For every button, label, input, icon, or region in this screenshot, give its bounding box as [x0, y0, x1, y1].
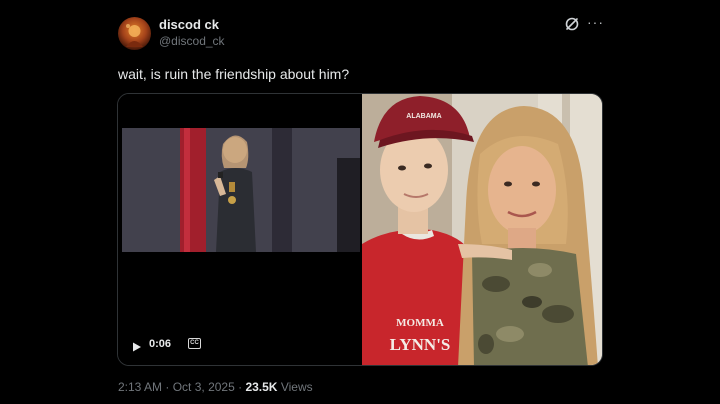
post-meta: 2:13 AM · Oct 3, 2025 · 23.5K Views	[118, 380, 313, 394]
post-time[interactable]: 2:13 AM	[118, 380, 162, 394]
grok-icon[interactable]	[564, 16, 580, 32]
views-count[interactable]: 23.5K	[245, 380, 277, 394]
author-display-name[interactable]: discod ck	[159, 17, 219, 32]
media-grid: 0:06 CC ALABAMA MOMMA LYNN'S	[117, 93, 603, 366]
shirt-text-1: MOMMA	[396, 317, 444, 329]
cc-icon[interactable]: CC	[188, 338, 201, 349]
views-label: Views	[280, 380, 313, 394]
author-avatar[interactable]	[118, 17, 151, 50]
video-player[interactable]: 0:06 CC	[118, 94, 360, 365]
video-frame[interactable]	[122, 128, 360, 252]
post-date[interactable]: Oct 3, 2025	[173, 380, 235, 394]
meta-separator: ·	[165, 380, 170, 394]
meta-separator: ·	[238, 380, 243, 394]
author-handle[interactable]: @discod_ck	[159, 34, 225, 48]
photo[interactable]: ALABAMA MOMMA LYNN'S	[362, 94, 602, 365]
video-timestamp: 0:06	[149, 338, 172, 350]
post: discod ck @discod_ck ··· wait, is ruin t…	[0, 0, 720, 404]
post-text: wait, is ruin the friendship about him?	[118, 66, 350, 82]
more-icon[interactable]: ···	[587, 14, 604, 30]
shirt-text-2: LYNN'S	[390, 335, 451, 354]
cap-text: ALABAMA	[406, 113, 441, 120]
play-icon[interactable]	[132, 339, 142, 352]
